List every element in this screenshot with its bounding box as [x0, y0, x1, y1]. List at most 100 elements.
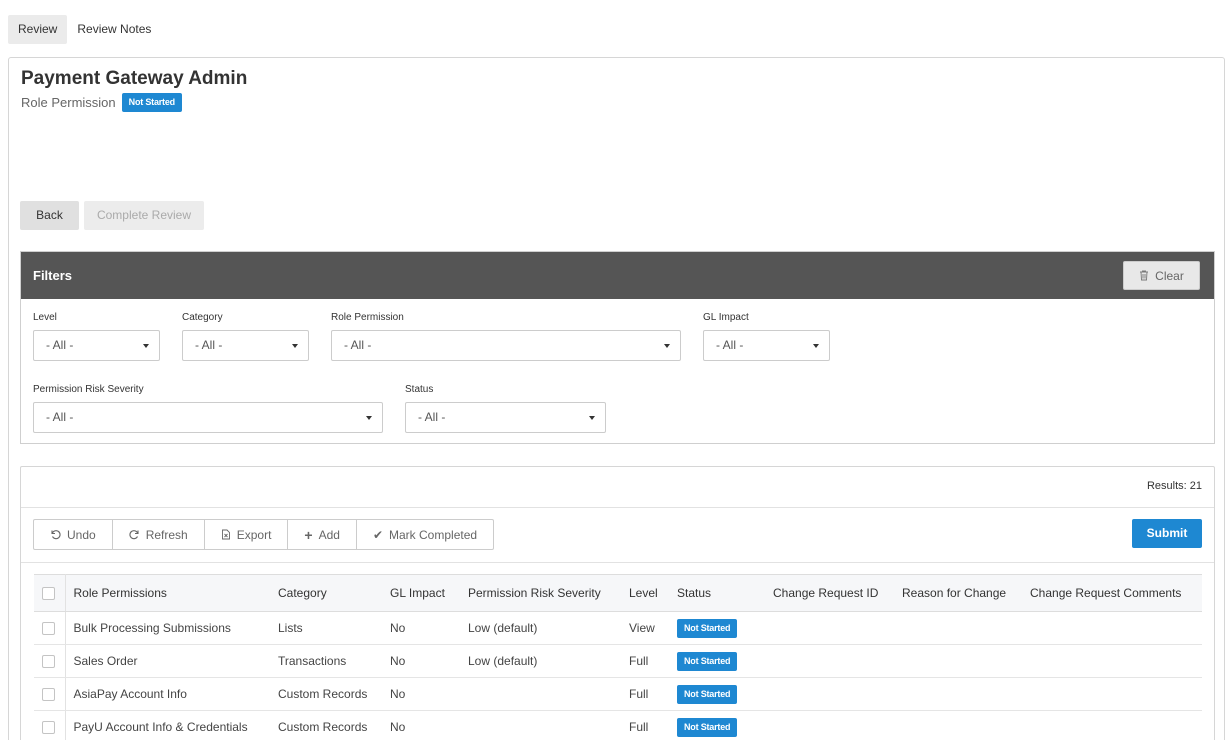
cell-change-request-id[interactable] — [765, 710, 894, 740]
cell-level: Full — [621, 644, 669, 678]
cell-role-permission: AsiaPay Account Info — [65, 677, 270, 711]
cell-status: Not Started — [669, 710, 765, 740]
cell-change-request-comments[interactable] — [1022, 677, 1202, 711]
table-row[interactable]: Sales Order Transactions No Low (default… — [34, 644, 1202, 678]
row-checkbox[interactable] — [42, 622, 55, 636]
cell-reason-for-change[interactable] — [894, 710, 1022, 740]
permissions-table: Role Permissions Category GL Impact Perm… — [34, 574, 1202, 740]
cell-status: Not Started — [669, 644, 765, 678]
results-count: Results: 21 — [1146, 480, 1202, 492]
select-all-checkbox[interactable] — [42, 587, 55, 601]
chevron-down-icon — [664, 344, 670, 348]
cell-category: Transactions — [270, 644, 382, 678]
row-checkbox[interactable] — [42, 688, 55, 702]
cell-reason-for-change[interactable] — [894, 677, 1022, 711]
gl-impact-select[interactable]: - All - — [703, 330, 830, 361]
level-select-value: - All - — [46, 338, 74, 352]
table-row[interactable]: PayU Account Info & Credentials Custom R… — [34, 710, 1202, 740]
grid-toolbar: Undo Refresh Export + Add ✔ Mark Complet… — [33, 519, 495, 550]
status-badge: Not Started — [677, 651, 738, 671]
export-label: Export — [236, 527, 272, 542]
role-permission-select-value: - All - — [344, 338, 372, 352]
role-permission-select[interactable]: - All - — [331, 330, 681, 361]
cell-risk-severity — [460, 677, 621, 711]
refresh-button[interactable]: Refresh — [113, 520, 205, 549]
add-button[interactable]: + Add — [288, 520, 357, 549]
status-filter-label: Status — [405, 384, 434, 395]
column-header-level[interactable]: Level — [621, 574, 669, 612]
cell-change-request-comments[interactable] — [1022, 710, 1202, 740]
status-badge: Not Started — [677, 618, 738, 638]
row-checkbox[interactable] — [42, 721, 55, 735]
cell-change-request-comments[interactable] — [1022, 611, 1202, 645]
results-section: Results: 21 Undo Refresh Export + Add ✔ … — [20, 466, 1215, 740]
chevron-down-icon — [589, 416, 595, 420]
chevron-down-icon — [143, 344, 149, 348]
complete-review-button[interactable]: Complete Review — [84, 201, 204, 230]
mark-completed-button[interactable]: ✔ Mark Completed — [357, 520, 493, 549]
tab-review[interactable]: Review — [8, 15, 68, 44]
review-panel: Payment Gateway Admin Role Permission No… — [8, 57, 1225, 740]
column-header-risk-severity[interactable]: Permission Risk Severity — [460, 574, 621, 612]
cell-change-request-comments[interactable] — [1022, 644, 1202, 678]
column-header-change-request-comments[interactable]: Change Request Comments — [1022, 574, 1202, 612]
category-select[interactable]: - All - — [182, 330, 309, 361]
row-select-cell — [34, 644, 66, 678]
back-button[interactable]: Back — [20, 201, 79, 230]
level-select[interactable]: - All - — [33, 330, 160, 361]
undo-icon — [51, 530, 61, 540]
filters-header: Filters Clear — [21, 252, 1214, 299]
refresh-icon — [129, 530, 139, 540]
filters-section: Filters Clear Level - All - Category - A… — [20, 251, 1215, 444]
cell-gl-impact: No — [382, 710, 460, 740]
undo-button[interactable]: Undo — [34, 520, 113, 549]
undo-label: Undo — [67, 527, 96, 542]
cell-role-permission: PayU Account Info & Credentials — [65, 710, 270, 740]
table-header-row: Role Permissions Category GL Impact Perm… — [34, 574, 1202, 612]
table-row[interactable]: Bulk Processing Submissions Lists No Low… — [34, 611, 1202, 645]
cell-level: Full — [621, 677, 669, 711]
cell-level: Full — [621, 710, 669, 740]
cell-category: Custom Records — [270, 677, 382, 711]
export-file-icon — [221, 529, 230, 540]
status-select-value: - All - — [418, 410, 446, 424]
cell-risk-severity: Low (default) — [460, 644, 621, 678]
column-header-change-request-id[interactable]: Change Request ID — [765, 574, 894, 612]
filters-title: Filters — [33, 268, 73, 283]
column-header-gl-impact[interactable]: GL Impact — [382, 574, 460, 612]
cell-change-request-id[interactable] — [765, 644, 894, 678]
export-button[interactable]: Export — [205, 520, 289, 549]
risk-severity-select[interactable]: - All - — [33, 402, 383, 433]
tab-bar: Review Review Notes — [8, 15, 161, 44]
cell-change-request-id[interactable] — [765, 611, 894, 645]
trash-icon — [1140, 270, 1149, 281]
mark-completed-label: Mark Completed — [389, 527, 478, 542]
column-header-status[interactable]: Status — [669, 574, 765, 612]
cell-reason-for-change[interactable] — [894, 644, 1022, 678]
row-select-cell — [34, 611, 66, 645]
cell-reason-for-change[interactable] — [894, 611, 1022, 645]
chevron-down-icon — [813, 344, 819, 348]
status-badge: Not Started — [121, 93, 182, 112]
status-select[interactable]: - All - — [405, 402, 606, 433]
table-row[interactable]: AsiaPay Account Info Custom Records No F… — [34, 677, 1202, 711]
cell-change-request-id[interactable] — [765, 677, 894, 711]
cell-role-permission: Sales Order — [65, 644, 270, 678]
column-header-role-permissions[interactable]: Role Permissions — [65, 574, 270, 612]
column-header-reason-for-change[interactable]: Reason for Change — [894, 574, 1022, 612]
subtitle-row: Role Permission Not Started — [21, 93, 182, 112]
chevron-down-icon — [292, 344, 298, 348]
category-filter-label: Category — [182, 312, 223, 323]
column-header-category[interactable]: Category — [270, 574, 382, 612]
row-checkbox[interactable] — [42, 655, 55, 669]
clear-filters-button[interactable]: Clear — [1123, 261, 1200, 290]
clear-label: Clear — [1155, 268, 1184, 283]
submit-button[interactable]: Submit — [1132, 519, 1202, 548]
select-all-cell — [34, 574, 66, 612]
cell-level: View — [621, 611, 669, 645]
status-badge: Not Started — [677, 684, 738, 704]
gl-impact-select-value: - All - — [716, 338, 744, 352]
add-label: Add — [318, 527, 340, 542]
tab-review-notes[interactable]: Review Notes — [67, 15, 161, 44]
role-permission-filter-label: Role Permission — [331, 312, 404, 323]
